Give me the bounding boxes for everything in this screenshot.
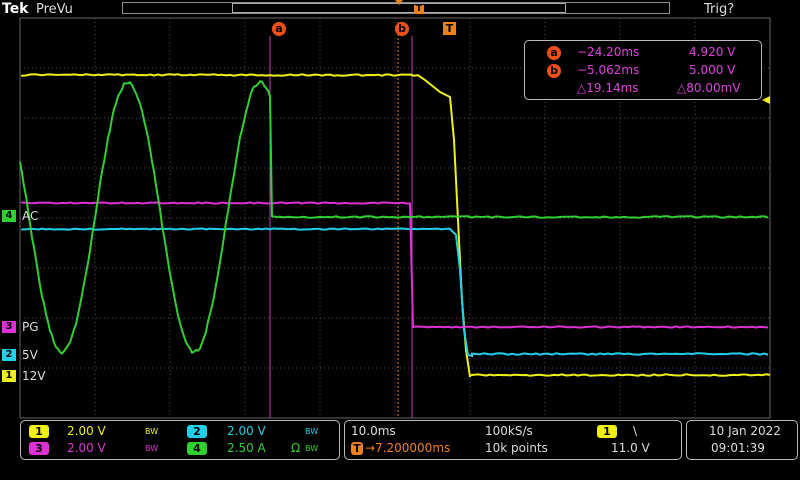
trigger-slope-icon: \ [633, 424, 637, 438]
ch4-bw-icon: BW [305, 444, 318, 453]
cursor-b-value: 5.000 V [689, 63, 735, 77]
trigger-marker[interactable]: T [443, 22, 456, 35]
ch2-scale[interactable]: 2.00 V [227, 424, 266, 438]
ch2-label: 5V [22, 348, 38, 362]
ch4-termination-icon: Ω [291, 441, 300, 455]
ch1-label: 12V [22, 369, 45, 383]
ch3-marker[interactable]: 3 [2, 321, 16, 333]
cursor-readout[interactable]: a −24.20ms 4.920 V b −5.062ms 5.000 V △1… [524, 40, 762, 100]
cursor-b-badge: b [547, 64, 561, 78]
cursor-delta-time: △19.14ms [577, 81, 639, 95]
record-length[interactable]: 10k points [485, 441, 548, 455]
ch2-marker[interactable]: 2 [2, 349, 16, 361]
ch2-scale-badge[interactable]: 2 [187, 425, 207, 438]
cursor-b-time: −5.062ms [577, 63, 639, 77]
ch2-waveform [22, 228, 768, 356]
ch3-bw-icon: BW [145, 444, 158, 453]
cursor-a-badge: a [547, 46, 561, 60]
ch2-bw-icon: BW [305, 427, 318, 436]
ch3-waveform [22, 202, 768, 327]
ch1-scale[interactable]: 2.00 V [67, 424, 106, 438]
sample-rate: 100kS/s [485, 424, 533, 438]
datetime-panel: 10 Jan 2022 09:01:39 [686, 420, 798, 460]
trigger-position[interactable]: →7.200000ms [365, 441, 450, 455]
cursor-a-value: 4.920 V [689, 45, 735, 59]
cursor-delta-value: △80.00mV [677, 81, 740, 95]
ch1-scale-badge[interactable]: 1 [29, 425, 49, 438]
ch4-label: AC [22, 209, 38, 223]
ch3-scale-badge[interactable]: 3 [29, 442, 49, 455]
ch1-marker[interactable]: 1 [2, 370, 16, 382]
cursor-a-marker[interactable]: a [272, 22, 286, 36]
cursor-a-time: −24.20ms [577, 45, 639, 59]
ch1-waveform [22, 74, 770, 377]
timebase[interactable]: 10.0ms [351, 424, 396, 438]
vertical-settings-panel[interactable]: 1 2.00 V BW 2 2.00 V BW 3 2.00 V BW 4 2.… [20, 420, 340, 460]
ch4-waveform [20, 81, 768, 353]
horizontal-trigger-panel[interactable]: 10.0ms 100kS/s 1 \ T →7.200000ms 10k poi… [344, 420, 682, 460]
time: 09:01:39 [711, 441, 765, 455]
trigger-position-icon: T [351, 442, 363, 455]
trigger-level[interactable]: 11.0 V [611, 441, 650, 455]
date: 10 Jan 2022 [709, 424, 781, 438]
ch4-marker[interactable]: 4 [2, 210, 16, 222]
ch3-scale[interactable]: 2.00 V [67, 441, 106, 455]
ch4-scale-badge[interactable]: 4 [187, 442, 207, 455]
trigger-source-badge[interactable]: 1 [597, 425, 617, 438]
cursor-b-marker[interactable]: b [395, 22, 409, 36]
ch3-label: PG [22, 320, 39, 334]
ch4-scale[interactable]: 2.50 A [227, 441, 266, 455]
ch1-bw-icon: BW [145, 427, 158, 436]
trigger-level-arrow-icon[interactable] [762, 96, 770, 104]
